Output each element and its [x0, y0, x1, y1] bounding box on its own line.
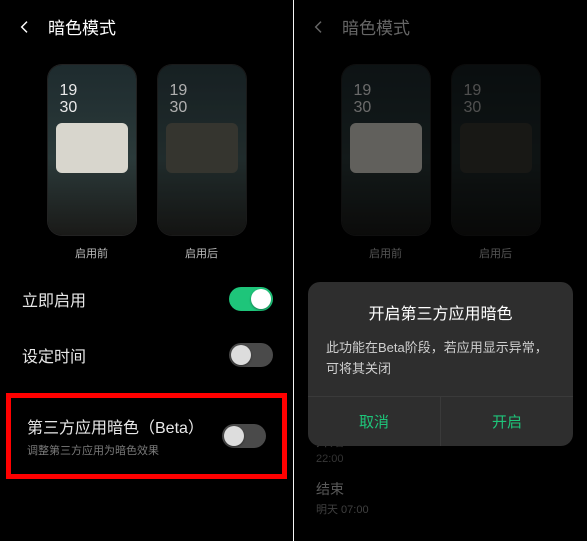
- confirm-button[interactable]: 开启: [440, 397, 573, 446]
- toggle-enable-now[interactable]: [229, 287, 273, 311]
- preview-after: 19 30 启用后: [158, 65, 246, 261]
- setting-label: 第三方应用暗色（Beta）: [27, 414, 204, 438]
- preview-after-label: 启用后: [158, 245, 246, 261]
- setting-enable-now[interactable]: 立即启用: [0, 271, 293, 327]
- confirm-dialog: 开启第三方应用暗色 此功能在Beta阶段，若应用显示异常，可将其关闭 取消 开启: [308, 282, 573, 446]
- mock-widget: [350, 123, 422, 173]
- toggle-knob: [231, 345, 251, 365]
- header-bar: 暗色模式: [0, 0, 293, 53]
- dialog-body: 此功能在Beta阶段，若应用显示异常，可将其关闭: [308, 338, 573, 396]
- preview-after-label: 启用后: [452, 245, 540, 261]
- preview-before: 19 30 启用前: [342, 65, 430, 261]
- setting-label: 设定时间: [22, 343, 86, 367]
- phone-mock-after: 19 30: [158, 65, 246, 235]
- time-min: 30: [464, 100, 482, 117]
- time-min: 30: [60, 100, 78, 117]
- time-hour: 19: [464, 83, 482, 100]
- setting-sublabel: 调整第三方应用为暗色效果: [27, 442, 204, 458]
- preview-after: 19 30 启用后: [452, 65, 540, 261]
- setting-schedule[interactable]: 设定时间: [0, 327, 293, 383]
- mock-widget: [56, 123, 128, 173]
- toggle-knob: [251, 289, 271, 309]
- left-screen: 暗色模式 19 30 启用前 19 30 启用后 立即启: [0, 0, 293, 541]
- toggle-knob: [224, 426, 244, 446]
- phone-mock-after: 19 30: [452, 65, 540, 235]
- toggle-schedule[interactable]: [229, 343, 273, 367]
- back-icon[interactable]: [310, 18, 328, 36]
- phone-mock-before: 19 30: [48, 65, 136, 235]
- end-value: 明天 07:00: [294, 501, 587, 521]
- mock-time: 19 30: [170, 83, 188, 117]
- start-value: 22:00: [294, 453, 587, 469]
- phone-mock-before: 19 30: [342, 65, 430, 235]
- setting-third-party[interactable]: 第三方应用暗色（Beta） 调整第三方应用为暗色效果: [11, 400, 282, 468]
- cancel-button[interactable]: 取消: [308, 397, 440, 446]
- preview-before: 19 30 启用前: [48, 65, 136, 261]
- third-party-hint: 第三方应用暗色（Beta）: [294, 535, 587, 541]
- header-bar: 暗色模式: [294, 0, 587, 53]
- mock-widget: [460, 123, 532, 173]
- toggle-third-party[interactable]: [222, 424, 266, 448]
- preview-row: 19 30 启用前 19 30 启用后: [294, 53, 587, 271]
- page-title: 暗色模式: [342, 14, 410, 39]
- time-min: 30: [170, 100, 188, 117]
- back-icon[interactable]: [16, 18, 34, 36]
- setting-label: 立即启用: [22, 287, 86, 311]
- time-hour: 19: [60, 83, 78, 100]
- preview-before-label: 启用前: [48, 245, 136, 261]
- time-hour: 19: [170, 83, 188, 100]
- preview-row: 19 30 启用前 19 30 启用后: [0, 53, 293, 271]
- page-title: 暗色模式: [48, 14, 116, 39]
- setting-text: 第三方应用暗色（Beta） 调整第三方应用为暗色效果: [27, 414, 204, 458]
- time-min: 30: [354, 100, 372, 117]
- time-hour: 19: [354, 83, 372, 100]
- mock-widget: [166, 123, 238, 173]
- right-screen: 暗色模式 19 30 启用前 19 30 启用后 开始: [294, 0, 587, 541]
- mock-time: 19 30: [354, 83, 372, 117]
- dialog-actions: 取消 开启: [308, 396, 573, 446]
- highlight-box: 第三方应用暗色（Beta） 调整第三方应用为暗色效果: [6, 393, 287, 479]
- dialog-title: 开启第三方应用暗色: [308, 300, 573, 324]
- mock-time: 19 30: [464, 83, 482, 117]
- end-label: 结束: [294, 469, 587, 501]
- preview-before-label: 启用前: [342, 245, 430, 261]
- mock-time: 19 30: [60, 83, 78, 117]
